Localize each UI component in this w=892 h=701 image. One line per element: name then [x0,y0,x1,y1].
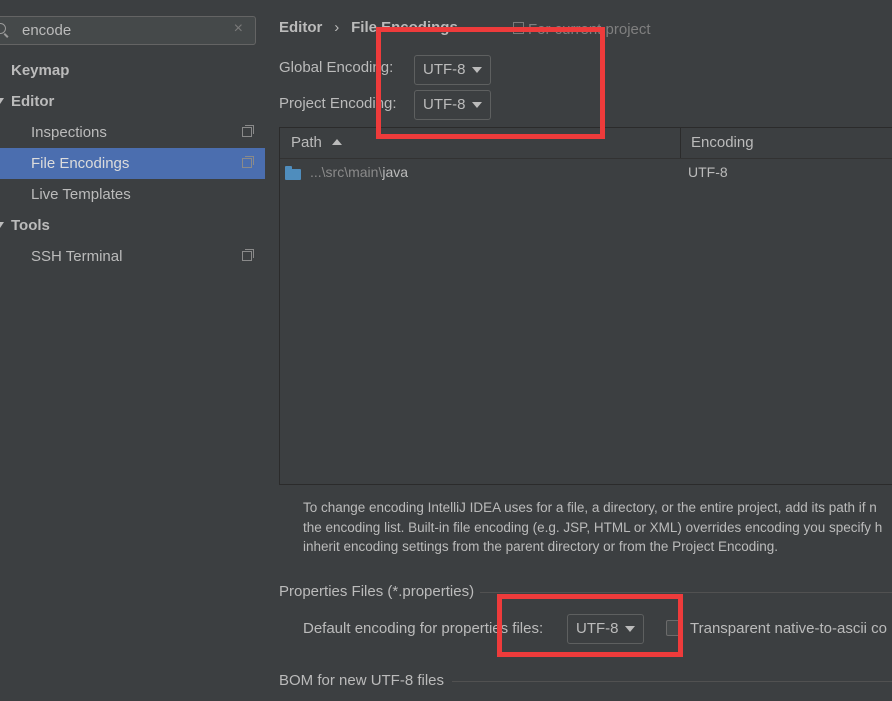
sidebar-item-tools[interactable]: Tools [0,210,276,241]
table-row[interactable]: ...\src\main\java UTF-8 [280,159,892,187]
help-text-line: inherit encoding settings from the paren… [303,539,778,554]
breadcrumb: Editor › File Encodings [279,19,458,36]
sidebar-item-label: SSH Terminal [31,248,123,265]
breadcrumb-editor: Editor [279,19,323,36]
properties-section-title: Properties Files (*.properties) [279,583,475,600]
settings-search-field[interactable]: encode × [0,16,256,45]
sidebar-item-label: Live Templates [31,186,131,203]
search-icon [0,23,6,34]
scope-note: For current project [528,21,651,38]
encoding-table[interactable]: Path Encoding ...\src\main\java UTF-8 [279,127,892,485]
global-encoding-label: Global Encoding: [279,59,394,76]
sidebar-item-file-encodings[interactable]: File Encodings [0,148,265,179]
properties-encoding-value: UTF-8 [576,620,619,637]
settings-sidebar: encode × Keymap Editor Inspections File … [0,0,265,701]
clear-search-icon[interactable]: × [234,20,243,38]
project-encoding-select[interactable]: UTF-8 [414,90,491,120]
help-text-line: To change encoding IntelliJ IDEA uses fo… [303,500,877,515]
project-scope-icon [513,22,524,34]
properties-default-encoding-label: Default encoding for properties files: [303,620,544,637]
column-header-encoding[interactable]: Encoding [691,134,754,151]
row-path-prefix: ...\src\main\ [310,164,383,180]
sidebar-item-label: Tools [11,217,50,234]
project-encoding-value: UTF-8 [423,96,466,113]
expand-caret-icon[interactable] [0,222,4,228]
expand-caret-icon[interactable] [0,98,4,104]
sidebar-item-label: File Encodings [31,155,130,172]
sidebar-item-editor[interactable]: Editor [0,86,276,117]
sidebar-item-inspections[interactable]: Inspections [0,117,265,148]
help-text: To change encoding IntelliJ IDEA uses fo… [303,498,882,557]
sidebar-item-label: Editor [11,93,55,110]
sidebar-item-ssh-terminal[interactable]: SSH Terminal [0,241,265,272]
breadcrumb-file-encodings: File Encodings [351,19,458,36]
dropdown-arrow-icon [472,102,482,108]
sort-ascending-icon[interactable] [332,139,342,145]
column-header-path[interactable]: Path [291,134,322,151]
project-scope-icon [242,156,254,168]
row-path: ...\src\main\java [310,164,408,180]
breadcrumb-separator: › [334,19,340,36]
properties-encoding-select[interactable]: UTF-8 [567,614,644,644]
bom-section-title: BOM for new UTF-8 files [279,672,445,689]
column-divider[interactable] [680,128,681,158]
project-scope-icon [242,125,254,137]
dropdown-arrow-icon [625,626,635,632]
section-divider [452,681,892,682]
project-scope-icon [242,249,254,261]
section-divider [480,592,892,593]
help-text-line: the encoding list. Built-in file encodin… [303,519,883,535]
project-encoding-label: Project Encoding: [279,95,397,112]
sidebar-item-label: Inspections [31,124,107,141]
row-encoding[interactable]: UTF-8 [688,164,728,180]
global-encoding-select[interactable]: UTF-8 [414,55,491,85]
global-encoding-value: UTF-8 [423,61,466,78]
row-path-name: java [382,164,409,180]
sidebar-item-keymap[interactable]: Keymap [0,55,276,86]
dropdown-arrow-icon [472,67,482,73]
folder-icon [285,166,301,180]
sidebar-item-label: Keymap [11,62,70,79]
sidebar-item-live-templates[interactable]: Live Templates [0,179,265,210]
table-header: Path Encoding [280,128,892,159]
transparent-native-to-ascii-label[interactable]: Transparent native-to-ascii co [690,620,887,637]
transparent-native-to-ascii-checkbox[interactable] [666,620,681,636]
search-input[interactable]: encode [22,22,71,39]
